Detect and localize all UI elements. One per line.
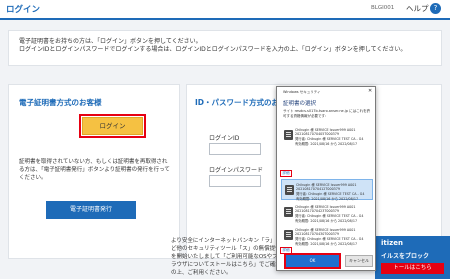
cert-option[interactable]: Chikugin 様 SERVICE Issuer999 A001 202108… [281, 125, 373, 146]
security-info-text: より安全にインターネットバンキン「ラ」など他のセキュリティツール「ス」の無償提供… [171, 238, 282, 276]
cert-option-selected[interactable]: Chikugin 様 SERVICE Issuer999 A001 202108… [281, 179, 373, 201]
cancel-button[interactable]: キャンセル [345, 255, 373, 267]
cert-valid: 有効期間: 2021/08/16 から 2022/08/17 [295, 218, 358, 223]
certificate-icon [284, 207, 293, 217]
banner-subtitle: イルスをブロック [381, 253, 430, 260]
dialog-description: サイト resdcs.s017b.tsaro.anser.ne.jp にはこれを… [283, 109, 371, 118]
certificate-select-dialog: Windows セキュリティ ✕ 証明書の選択 サイト resdcs.s017b… [276, 86, 376, 271]
cert-login-button[interactable]: ログイン [82, 117, 143, 135]
login-notice: 電子証明書をお持ちの方は、「ログイン」ボタンを押してください。 ログインIDとロ… [8, 30, 442, 66]
cert-valid: 有効期間: 2021/08/16 から 2022/08/17 [295, 241, 358, 246]
cert-method-description: 証明書を取得されていない方、もしくは証明書を再取得される方は、「電子証明書発行」… [19, 159, 170, 181]
certificate-icon [285, 185, 294, 195]
help-link[interactable]: ヘルプ [406, 3, 429, 14]
cert-serial: 20210817070430T000379 [295, 231, 339, 236]
ok-button[interactable]: OK [286, 255, 339, 267]
certificate-icon [284, 230, 293, 240]
security-banner[interactable]: itizen イルスをブロック トールはこちら [375, 236, 450, 279]
certificate-icon [284, 130, 293, 140]
cert-option[interactable]: Chikugin 様 SERVICE Issuer999 A001 202108… [281, 225, 373, 246]
cert-issue-button[interactable]: 電子証明書発行 [46, 201, 136, 219]
screen-code: BLGI001 [371, 5, 395, 11]
close-icon[interactable]: ✕ [368, 88, 372, 94]
notice-line-2: ログインIDとログインパスワードでログインする場合は、ログインIDとログインパス… [19, 46, 407, 53]
page-title: ログイン [6, 5, 41, 15]
dialog-heading: 証明書の選択 [283, 101, 317, 107]
password-label: ログインパスワード [209, 167, 264, 174]
login-id-label: ログインID [209, 135, 240, 142]
cert-method-card: 電子証明書方式のお客様 証明書を取得されていない方、もしくは証明書を再取得される… [8, 84, 180, 259]
banner-install-link[interactable]: トールはこちら [381, 263, 444, 274]
notice-line-1: 電子証明書をお持ちの方は、「ログイン」ボタンを押してください。 [19, 38, 202, 45]
password-input[interactable] [209, 175, 261, 187]
cert-serial: 20210817070412T000379 [296, 186, 340, 191]
page-header: ログイン BLGI001 ヘルプ ? [0, 0, 450, 20]
cert-valid: 有効期間: 2021/08/16 から 2022/08/17 [295, 141, 358, 146]
cert-valid: 有効期間: 2021/08/16 から 2022/08/17 [296, 196, 359, 201]
login-id-input[interactable] [209, 143, 261, 155]
cert-option[interactable]: Chikugin 様 SERVICE Issuer999 A001 202108… [281, 202, 373, 223]
cert-serial: 20210817070423T000379 [295, 208, 339, 213]
banner-title: itizen [381, 239, 403, 247]
cert-serial: 20210817070405T000379 [295, 131, 339, 136]
id-password-heading: ID・パスワード方式のお [195, 98, 280, 107]
cert-method-heading: 電子証明書方式のお客様 [19, 98, 102, 107]
help-icon[interactable]: ? [430, 3, 441, 14]
cert-more-link[interactable]: 詳細 [280, 170, 292, 177]
dialog-title: Windows セキュリティ [283, 90, 321, 94]
